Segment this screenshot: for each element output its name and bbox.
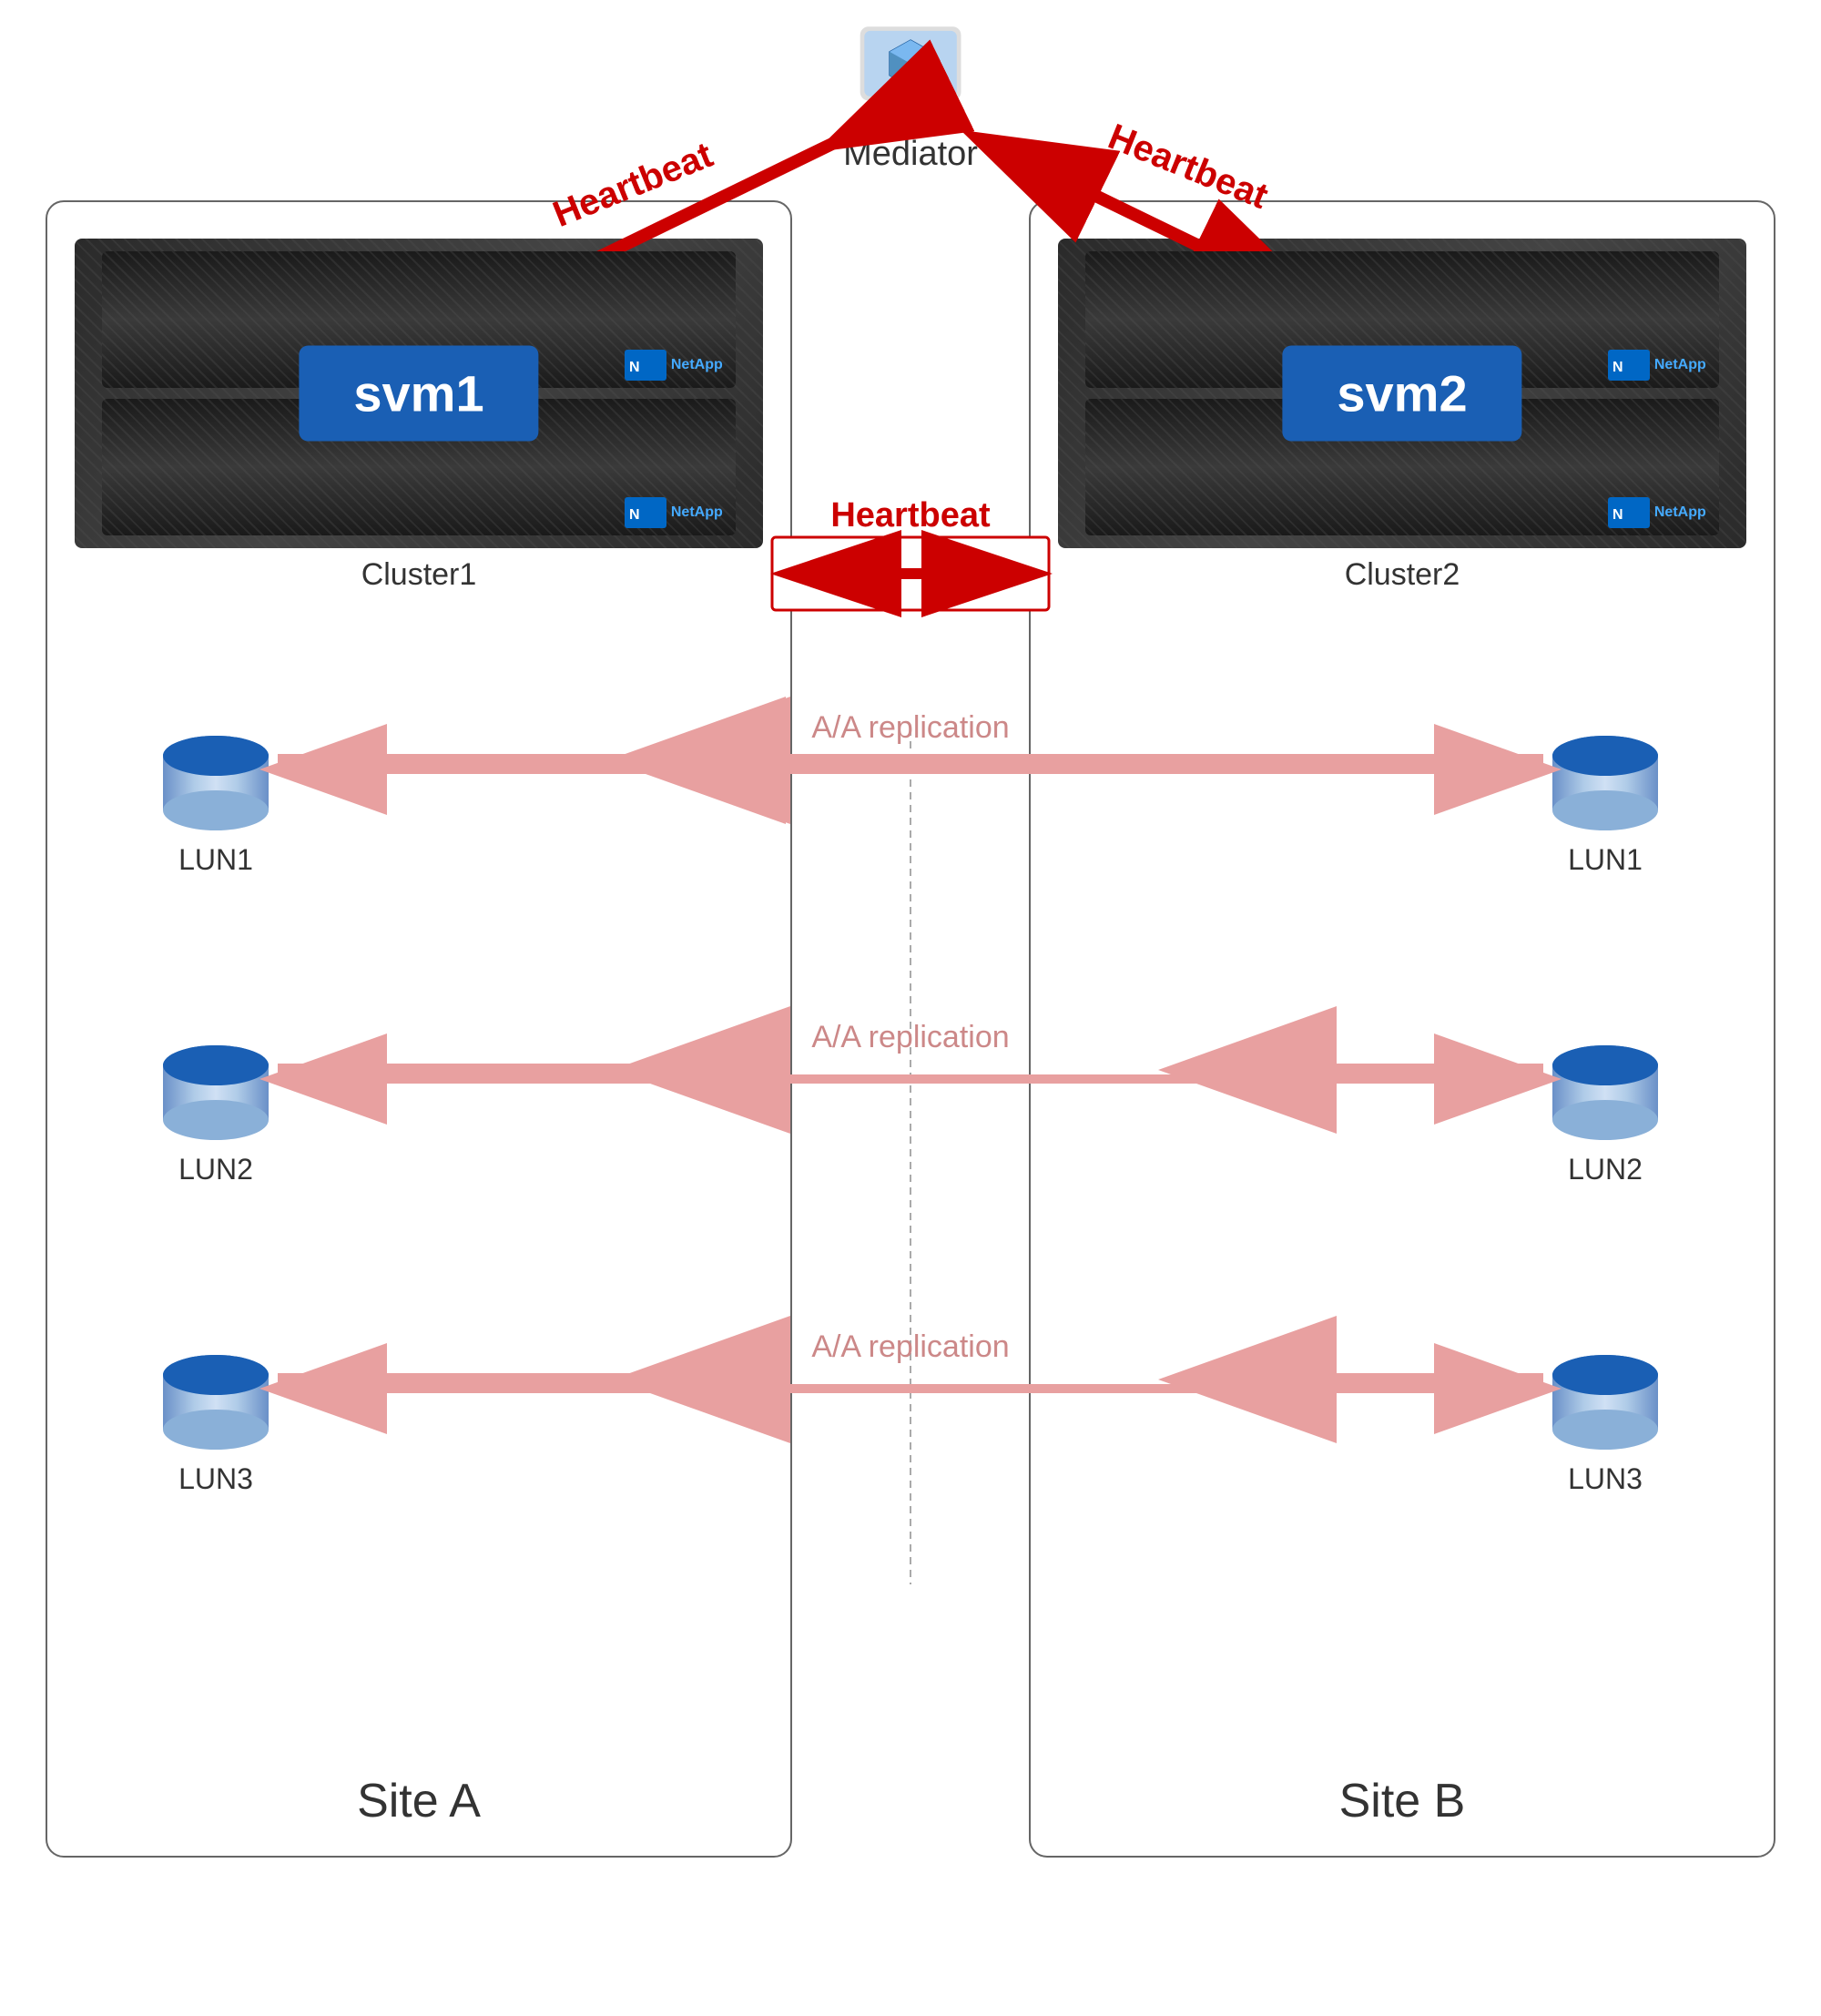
lun1-a-label: LUN1 bbox=[178, 843, 253, 877]
mediator-label: Mediator bbox=[843, 135, 978, 174]
site-b-box: N NetApp N NetApp bbox=[1029, 200, 1775, 1858]
lun3-b-label: LUN3 bbox=[1568, 1462, 1643, 1496]
diagram-container: Mediator N NetApp bbox=[0, 0, 1821, 2016]
cluster2-box: N NetApp N NetApp bbox=[1058, 239, 1746, 657]
svg-text:N: N bbox=[629, 360, 640, 375]
lun3-a: LUN3 bbox=[157, 1349, 275, 1496]
svm1-label: svm1 bbox=[353, 365, 483, 423]
cluster1-box: N NetApp N NetApp bbox=[75, 239, 763, 657]
lun2-a: LUN2 bbox=[157, 1040, 275, 1186]
svg-text:N: N bbox=[1612, 507, 1623, 523]
mediator-icon bbox=[856, 18, 965, 127]
lun2-a-label: LUN2 bbox=[178, 1153, 253, 1186]
lun1-a: LUN1 bbox=[157, 730, 275, 877]
site-b-label: Site B bbox=[1031, 1774, 1774, 1828]
aa-label-2: A/A replication bbox=[811, 1020, 1009, 1054]
netapp-server-1: N NetApp N NetApp bbox=[75, 239, 763, 548]
lun3-a-label: LUN3 bbox=[178, 1462, 253, 1496]
lun2-b-label: LUN2 bbox=[1568, 1153, 1643, 1186]
svg-text:N: N bbox=[629, 507, 640, 523]
heartbeat-arrow-center: Heartbeat bbox=[772, 496, 1049, 610]
svm2-label: svm2 bbox=[1337, 365, 1467, 423]
lun2-b: LUN2 bbox=[1546, 1040, 1664, 1186]
lun3-b: LUN3 bbox=[1546, 1349, 1664, 1496]
cluster2-label: Cluster2 bbox=[1058, 557, 1746, 593]
lun1-b: LUN1 bbox=[1546, 730, 1664, 877]
heartbeat-label-center: Heartbeat bbox=[830, 496, 991, 535]
lun1-b-label: LUN1 bbox=[1568, 843, 1643, 877]
svg-text:N: N bbox=[1612, 360, 1623, 375]
cluster1-label: Cluster1 bbox=[75, 557, 763, 593]
netapp-server-2: N NetApp N NetApp bbox=[1058, 239, 1746, 548]
mediator: Mediator bbox=[843, 18, 978, 174]
site-a-box: N NetApp N NetApp bbox=[46, 200, 792, 1858]
aa-label-1: A/A replication bbox=[811, 710, 1009, 745]
site-a-label: Site A bbox=[47, 1774, 790, 1828]
aa-label-3: A/A replication bbox=[811, 1329, 1009, 1364]
